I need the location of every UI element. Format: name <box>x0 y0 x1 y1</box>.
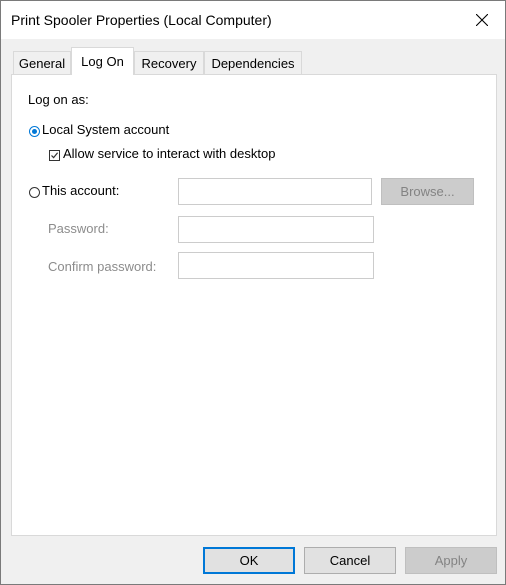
apply-button-label: Apply <box>434 553 468 568</box>
tab-log-on[interactable]: Log On <box>71 47 134 75</box>
close-icon <box>476 14 488 26</box>
confirm-password-label: Confirm password: <box>48 259 157 274</box>
cancel-button-label: Cancel <box>329 553 371 568</box>
this-account-label[interactable]: This account: <box>42 183 119 198</box>
interact-desktop-label[interactable]: Allow service to interact with desktop <box>63 146 275 161</box>
log-on-as-heading: Log on as: <box>28 92 89 107</box>
cancel-button[interactable]: Cancel <box>304 547 396 574</box>
tab-recovery[interactable]: Recovery <box>134 51 204 74</box>
interact-desktop-checkbox[interactable] <box>49 150 60 161</box>
browse-button-label: Browse... <box>400 184 455 199</box>
log-on-panel: Log on as: Local System account Allow se… <box>11 74 497 536</box>
tab-dependencies[interactable]: Dependencies <box>204 51 302 74</box>
local-system-label[interactable]: Local System account <box>42 122 169 137</box>
title-bar[interactable]: Print Spooler Properties (Local Computer… <box>1 1 505 39</box>
properties-dialog: Print Spooler Properties (Local Computer… <box>0 0 506 585</box>
apply-button[interactable]: Apply <box>405 547 497 574</box>
ok-button[interactable]: OK <box>203 547 295 574</box>
this-account-radio[interactable] <box>29 187 40 198</box>
checkmark-icon <box>51 152 59 159</box>
password-label: Password: <box>48 221 109 236</box>
confirm-password-field[interactable] <box>178 252 374 279</box>
account-field[interactable] <box>178 178 372 205</box>
tab-dependencies-label: Dependencies <box>211 56 295 71</box>
password-field[interactable] <box>178 216 374 243</box>
tab-log-on-label: Log On <box>81 54 124 69</box>
close-button[interactable] <box>459 1 505 39</box>
tab-general[interactable]: General <box>13 51 71 74</box>
tab-general-label: General <box>18 56 66 71</box>
browse-button[interactable]: Browse... <box>381 178 474 205</box>
local-system-radio[interactable] <box>29 126 40 137</box>
tab-recovery-label: Recovery <box>141 56 197 71</box>
ok-button-label: OK <box>239 553 259 568</box>
window-title: Print Spooler Properties (Local Computer… <box>11 12 272 28</box>
